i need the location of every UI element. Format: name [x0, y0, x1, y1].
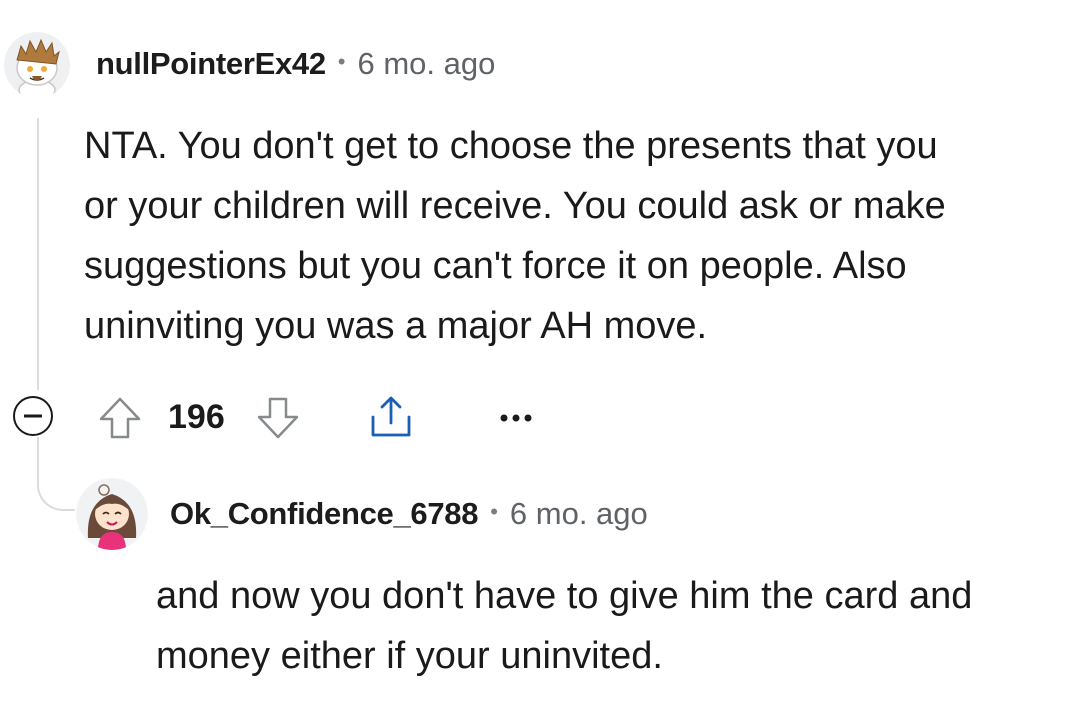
vote-score: 196 — [168, 398, 225, 436]
thread-line — [37, 118, 39, 390]
timestamp: 6 mo. ago — [509, 496, 648, 531]
comment-header: nullPointerEx42 • 6 mo. ago — [96, 44, 495, 84]
comment-body: NTA. You don't get to choose the present… — [84, 116, 1064, 356]
comment-line: uninviting you was a major AH move. — [84, 305, 708, 347]
comment-body: and now you don't have to give him the c… — [156, 566, 1066, 686]
girl-avatar-icon[interactable] — [76, 478, 148, 550]
comment-line: and now you don't have to give him the c… — [156, 575, 973, 617]
upvote-icon[interactable] — [96, 394, 144, 442]
snoo-avatar-icon[interactable] — [4, 32, 70, 98]
username[interactable]: Ok_Confidence_6788 — [170, 496, 479, 532]
reply-thread-connector — [37, 437, 75, 511]
comment-line: money either if your uninvited. — [156, 635, 663, 677]
separator-dot: • — [337, 49, 346, 74]
comment-line: suggestions but you can't force it on pe… — [84, 245, 907, 287]
downvote-icon[interactable] — [254, 394, 302, 442]
more-options-icon[interactable] — [496, 400, 536, 436]
collapse-icon[interactable] — [13, 396, 53, 436]
comment-line: NTA. You don't get to choose the present… — [84, 125, 938, 167]
timestamp: 6 mo. ago — [357, 46, 496, 81]
share-icon[interactable] — [366, 392, 416, 442]
comment-line: or your children will receive. You could… — [84, 185, 946, 227]
comment-header: Ok_Confidence_6788 • 6 mo. ago — [170, 494, 648, 534]
username[interactable]: nullPointerEx42 — [96, 46, 326, 82]
separator-dot: • — [490, 499, 498, 524]
